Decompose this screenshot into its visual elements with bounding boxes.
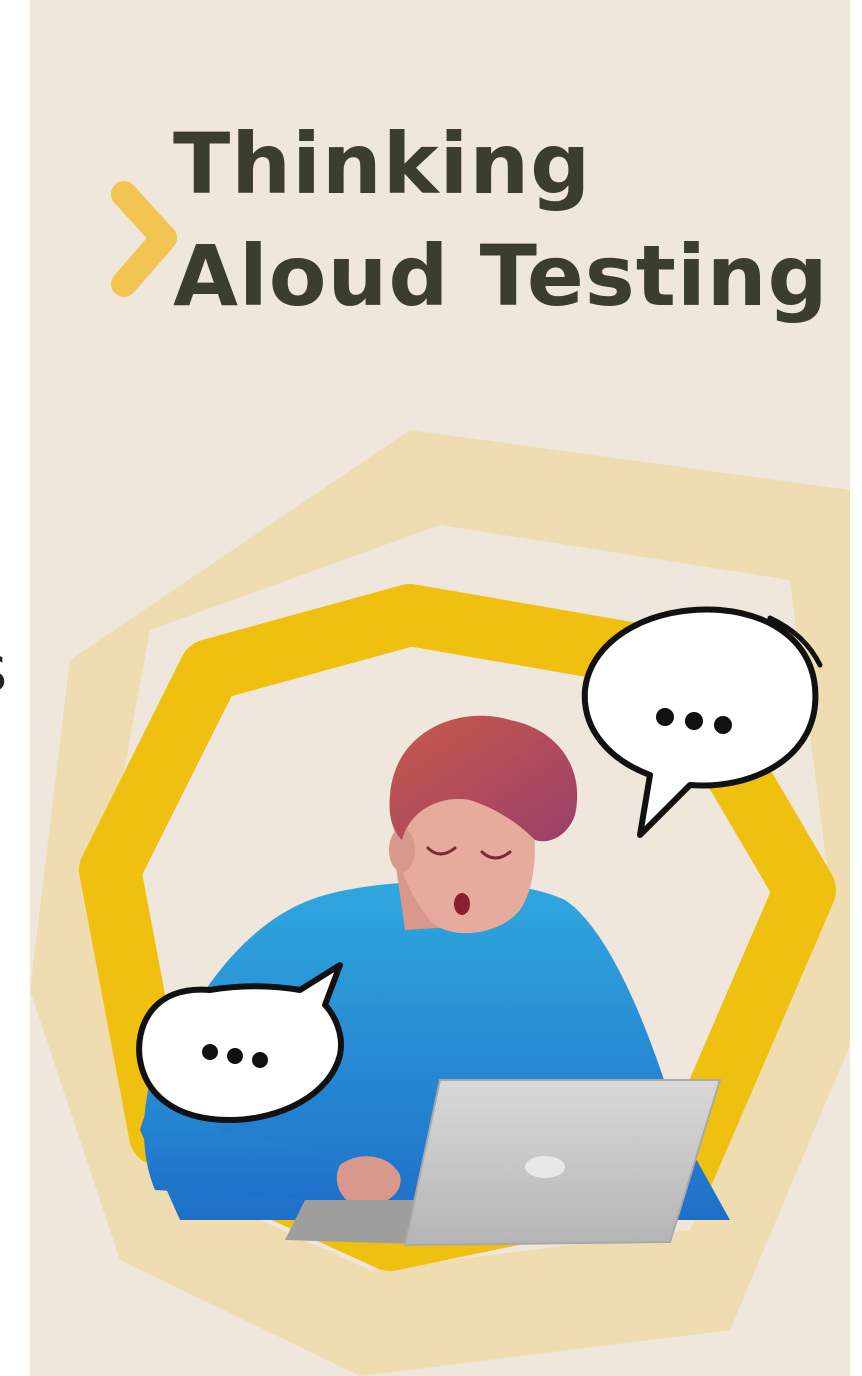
thinking-aloud-illustration bbox=[30, 430, 850, 1376]
edge-text-fragment: s bbox=[0, 630, 30, 710]
title-line-1: Thinking bbox=[173, 115, 592, 213]
person-mouth bbox=[454, 893, 470, 915]
title-block: Thinking Aloud Testing bbox=[30, 0, 850, 430]
poster: Thinking Aloud Testing bbox=[30, 0, 850, 1376]
title-line-2: Aloud Testing bbox=[173, 227, 829, 325]
